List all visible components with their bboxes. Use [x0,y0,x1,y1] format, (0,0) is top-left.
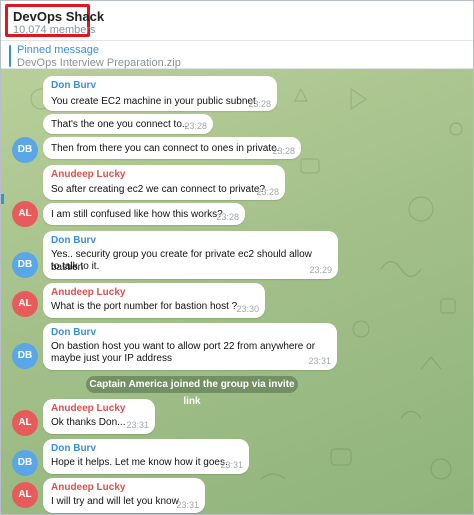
message-text: That's the one you connect to.. [51,119,188,130]
avatar[interactable]: AL [12,482,38,508]
sender-name[interactable]: Don Burv [51,443,96,454]
chat-title[interactable]: DevOps Shack [13,9,104,24]
message-text: You create EC2 machine in your public su… [51,96,256,107]
pinned-indicator [9,45,11,67]
member-count: 10,074 members [13,24,96,36]
message-bubble[interactable]: Anudeep Lucky Ok thanks Don... 23:31 [43,399,155,434]
message-time: 23:28 [248,99,271,109]
avatar[interactable]: AL [12,201,38,227]
chat-area[interactable]: Don Burv You create EC2 machine in your … [1,69,473,514]
chat-header[interactable]: DevOps Shack 10,074 members [1,1,473,41]
avatar[interactable]: DB [12,252,38,278]
avatar[interactable]: DB [12,137,38,163]
message-bubble[interactable]: I am still confused like how this works?… [43,203,245,225]
sender-name[interactable]: Anudeep Lucky [51,169,125,180]
sender-name[interactable]: Don Burv [51,235,96,246]
sender-name[interactable]: Don Burv [51,327,96,338]
message-bubble[interactable]: Don Burv Yes.. security group you create… [43,231,338,279]
message-time: 23:30 [236,304,259,314]
message-bubble[interactable]: Then from there you can connect to ones … [43,137,301,159]
message-time: 23:28 [272,146,295,156]
service-message: Captain America joined the group via inv… [86,376,298,407]
message-time: 23:31 [126,420,149,430]
message-text: maybe just your IP address [51,353,172,364]
sender-name[interactable]: Anudeep Lucky [51,482,125,493]
avatar[interactable]: AL [12,410,38,436]
sender-name[interactable]: Don Burv [51,80,96,91]
message-time: 23:28 [216,212,239,222]
message-bubble[interactable]: That's the one you connect to.. 23:28 [43,114,213,134]
avatar[interactable]: DB [12,450,38,476]
message-text: What is the port number for bastion host… [51,301,238,312]
avatar[interactable]: DB [12,343,38,369]
message-time: 23:31 [220,460,243,470]
message-text: Ok thanks Don... [51,417,126,428]
sender-name[interactable]: Anudeep Lucky [51,287,125,298]
message-time: 23:31 [176,500,199,510]
message-time: 23:31 [308,356,331,366]
message-bubble[interactable]: Anudeep Lucky I will try and will let yo… [43,478,205,513]
message-time: 23:28 [184,121,207,131]
message-text: to talk to it. [51,261,100,272]
pinned-message-bar[interactable]: Pinned message DevOps Interview Preparat… [1,41,473,69]
pinned-text: DevOps Interview Preparation.zip [17,57,181,69]
sender-name[interactable]: Anudeep Lucky [51,403,125,414]
message-bubble[interactable]: Don Burv You create EC2 machine in your … [43,76,277,111]
message-bubble[interactable]: Don Burv On bastion host you want to all… [43,323,337,370]
message-bubble[interactable]: Don Burv Hope it helps. Let me know how … [43,439,249,474]
message-text: Then from there you can connect to ones … [51,143,280,154]
message-time: 23:29 [309,265,332,275]
pinned-label: Pinned message [17,44,99,56]
scroll-marker [1,194,4,204]
message-bubble[interactable]: Anudeep Lucky What is the port number fo… [43,283,265,318]
message-text: I will try and will let you know [51,496,179,507]
message-text: So after creating ec2 we can connect to … [51,184,266,195]
message-time: 23:28 [256,187,279,197]
telegram-window: DevOps Shack 10,074 members Pinned messa… [0,0,474,515]
message-text: I am still confused like how this works? [51,209,223,220]
message-text: Hope it helps. Let me know how it goes. [51,457,228,468]
message-bubble[interactable]: Anudeep Lucky So after creating ec2 we c… [43,165,285,200]
avatar[interactable]: AL [12,291,38,317]
